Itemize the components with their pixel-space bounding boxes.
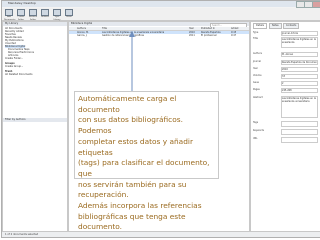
callout-box: Automáticamente carga el documento con s… — [74, 91, 219, 231]
arrow-head — [129, 31, 135, 37]
callout-line: Automáticamente carga el documento — [78, 94, 177, 114]
callout-line: completar estos datos y añadir etiquetas — [78, 136, 193, 157]
callout-line: nos servirán también para su — [78, 179, 187, 189]
callout-line: (tags) para clasificar el documento, que — [78, 158, 210, 178]
callout-line: recuperación. — [78, 190, 129, 200]
callout-text: Automáticamente carga el documento con s… — [78, 94, 216, 233]
callout-line: Además incorpora las referencias — [78, 201, 202, 211]
callout-line: con sus datos bibliográficos. Podemos — [78, 115, 183, 136]
callout-line: bibliográficas que tenga este documento. — [78, 211, 186, 232]
